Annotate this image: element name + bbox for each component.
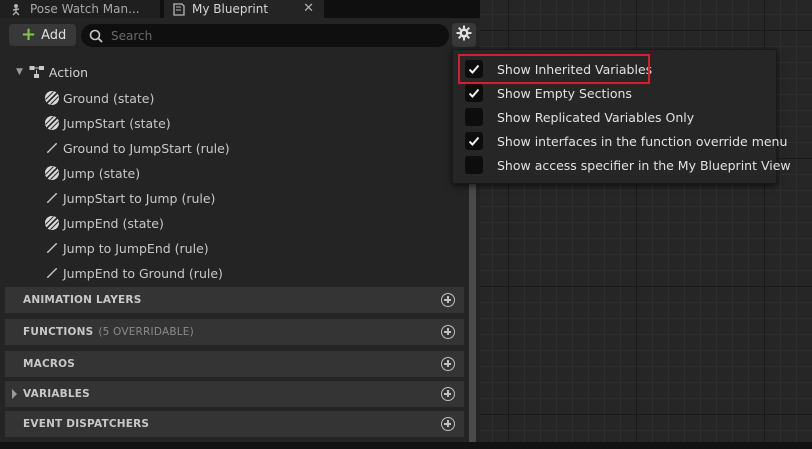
add-circle-icon[interactable] xyxy=(441,357,455,371)
rule-icon xyxy=(44,265,60,281)
rule-icon xyxy=(44,190,60,206)
add-button-label: Add xyxy=(41,27,67,43)
checkmark-icon xyxy=(468,135,480,147)
menu-item[interactable]: Show access specifier in the My Blueprin… xyxy=(465,154,791,176)
tree-item[interactable]: Ground (state) xyxy=(44,89,154,107)
tree-item[interactable]: JumpEnd (state) xyxy=(44,214,164,232)
tab-my-blueprint[interactable]: My Blueprint ✕ xyxy=(164,0,324,18)
section-functions[interactable]: FUNCTIONS (5 OVERRIDABLE) xyxy=(5,319,464,345)
menu-item[interactable]: Show Replicated Variables Only xyxy=(465,106,694,128)
tree-item-label: JumpStart to Jump (rule) xyxy=(63,190,216,206)
add-button[interactable]: + Add xyxy=(9,24,76,46)
search-placeholder: Search xyxy=(111,28,153,43)
tree-item-label: JumpEnd (state) xyxy=(63,215,164,231)
pose-watch-icon xyxy=(10,2,24,16)
gear-icon xyxy=(456,25,472,45)
blueprint-icon xyxy=(172,2,186,16)
highlight-box xyxy=(458,54,650,84)
state-machine-icon xyxy=(29,65,45,79)
tree-item-label: Ground to JumpStart (rule) xyxy=(63,140,230,156)
checkbox[interactable] xyxy=(465,84,483,102)
rule-icon xyxy=(44,140,60,156)
menu-item[interactable]: Show interfaces in the function override… xyxy=(465,130,787,152)
menu-item[interactable]: Show Empty Sections xyxy=(465,82,632,104)
toolbar: + Add Search xyxy=(0,18,480,50)
my-blueprint-panel: + Add Search ▼ Action Ground (state) Jum… xyxy=(0,18,480,449)
state-icon xyxy=(44,90,60,106)
tab-pose-watch-manager[interactable]: Pose Watch Man... xyxy=(0,0,160,18)
add-circle-icon[interactable] xyxy=(441,325,455,339)
bottom-strip xyxy=(0,442,812,449)
tab-label: My Blueprint xyxy=(192,2,269,16)
section-event-dispatchers[interactable]: EVENT DISPATCHERS xyxy=(5,411,464,437)
checkbox[interactable] xyxy=(465,156,483,174)
plus-icon: + xyxy=(21,24,37,45)
tree-item[interactable]: Jump to JumpEnd (rule) xyxy=(44,239,209,257)
tree-category-label: Action xyxy=(48,64,89,80)
add-circle-icon[interactable] xyxy=(441,387,455,401)
checkmark-icon xyxy=(468,87,480,99)
close-icon[interactable]: ✕ xyxy=(303,1,314,16)
tree-item[interactable]: Ground to JumpStart (rule) xyxy=(44,139,230,157)
search-icon xyxy=(89,29,103,43)
tree-item-label: JumpEnd to Ground (rule) xyxy=(63,265,223,281)
section-label: MACROS xyxy=(23,358,76,370)
section-label: FUNCTIONS xyxy=(23,326,94,338)
tree-item[interactable]: JumpStart to Jump (rule) xyxy=(44,189,215,207)
menu-item-label: Show Replicated Variables Only xyxy=(497,109,695,125)
section-label: EVENT DISPATCHERS xyxy=(23,418,150,430)
checkbox[interactable] xyxy=(465,132,483,150)
collapse-arrow-icon[interactable] xyxy=(12,389,17,399)
section-label: ANIMATION LAYERS xyxy=(23,294,142,306)
menu-item-label: Show interfaces in the function override… xyxy=(497,133,788,149)
expand-arrow-icon[interactable]: ▼ xyxy=(16,67,23,77)
tree-category-action[interactable]: ▼ Action xyxy=(16,64,88,80)
checkbox[interactable] xyxy=(465,108,483,126)
tree-item-label: Jump (state) xyxy=(63,165,141,181)
add-circle-icon[interactable] xyxy=(441,293,455,307)
add-circle-icon[interactable] xyxy=(441,417,455,431)
state-icon xyxy=(44,215,60,231)
section-variables[interactable]: VARIABLES xyxy=(5,381,464,407)
tab-label: Pose Watch Man... xyxy=(30,2,140,16)
tree-item[interactable]: Jump (state) xyxy=(44,164,140,182)
search-input[interactable]: Search xyxy=(81,24,449,47)
state-icon xyxy=(44,115,60,131)
tree-item-label: JumpStart (state) xyxy=(63,115,171,131)
state-icon xyxy=(44,165,60,181)
rule-icon xyxy=(44,240,60,256)
menu-item-label: Show access specifier in the My Blueprin… xyxy=(497,157,791,173)
tab-bar: Pose Watch Man... My Blueprint ✕ xyxy=(0,0,480,18)
tree-item[interactable]: JumpEnd to Ground (rule) xyxy=(44,264,223,282)
section-sublabel: (5 OVERRIDABLE) xyxy=(98,326,194,338)
tree-item-label: Ground (state) xyxy=(63,90,155,106)
section-label: VARIABLES xyxy=(23,388,90,400)
section-animation-layers[interactable]: ANIMATION LAYERS xyxy=(5,287,464,313)
menu-item-label: Show Empty Sections xyxy=(497,85,632,101)
tree-item-label: Jump to JumpEnd (rule) xyxy=(63,240,209,256)
tree-item[interactable]: JumpStart (state) xyxy=(44,114,171,132)
section-macros[interactable]: MACROS xyxy=(5,351,464,377)
settings-button[interactable] xyxy=(452,23,476,47)
